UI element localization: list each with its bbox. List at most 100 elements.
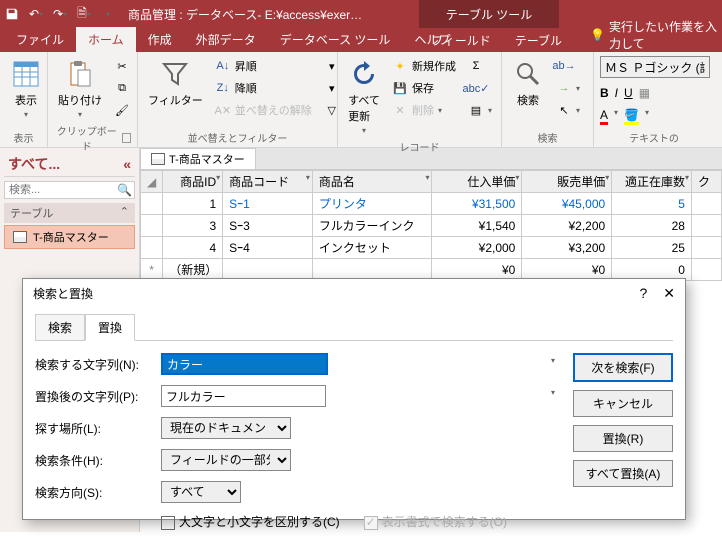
replace-button[interactable]: ab→ bbox=[552, 56, 584, 76]
refresh-button[interactable]: すべて 更新 ▾ bbox=[344, 56, 384, 137]
italic-button[interactable]: I bbox=[615, 86, 618, 100]
undo-icon[interactable]: ↶▾ bbox=[28, 6, 44, 22]
col-header-more[interactable]: ク bbox=[691, 171, 721, 193]
tab-table[interactable]: テーブル bbox=[503, 28, 574, 53]
chevron-down-icon[interactable]: ▾ bbox=[551, 356, 555, 365]
select-button[interactable]: ↖▾ bbox=[552, 100, 584, 120]
qat-customize-icon[interactable]: ▾ bbox=[100, 6, 116, 22]
col-header-id[interactable]: 商品ID▾ bbox=[163, 171, 223, 193]
replace-all-button[interactable]: すべて置換(A) bbox=[573, 460, 673, 487]
datasheet-grid[interactable]: ◢ 商品ID▾ 商品コード▾ 商品名▾ 仕入単価▾ 販売単価▾ 適正在庫数▾ ク… bbox=[140, 170, 722, 281]
underline-button[interactable]: U bbox=[624, 86, 633, 100]
find-button[interactable]: 検索 bbox=[508, 56, 548, 110]
cut-icon: ✂ bbox=[114, 58, 130, 74]
table-icon bbox=[151, 153, 165, 165]
document-tab[interactable]: T-商品マスター bbox=[140, 148, 256, 169]
find-replace-dialog: 検索と置換 ? ✕ 検索 置換 検索する文字列(N): ▾ 置換後の文字列(P)… bbox=[22, 278, 686, 520]
print-preview-icon[interactable]: 🗎▾ bbox=[76, 6, 92, 22]
close-button[interactable]: ✕ bbox=[663, 285, 675, 302]
ribbon-tabs: ファイル ホーム 作成 外部データ データベース ツール ヘルプ フィールド テ… bbox=[0, 28, 722, 52]
table-row[interactable]: 1 Sｰ1 プリンタ ¥31,500 ¥45,000 5 bbox=[141, 193, 722, 215]
save-record-button[interactable]: 💾保存 bbox=[388, 78, 460, 98]
sort-desc-icon: Z↓ bbox=[215, 80, 231, 96]
spelling-button[interactable]: abc✓ bbox=[464, 78, 496, 98]
help-button[interactable]: ? bbox=[639, 285, 647, 302]
lightbulb-icon: 💡 bbox=[590, 28, 605, 42]
filter-button[interactable]: フィルター bbox=[144, 56, 207, 110]
match-case-checkbox[interactable]: 大文字と小文字を区別する(C) bbox=[161, 513, 340, 530]
direction-label: 検索方向(S): bbox=[35, 484, 155, 501]
tab-replace[interactable]: 置換 bbox=[85, 314, 135, 341]
new-record-button[interactable]: ✦新規作成 bbox=[388, 56, 460, 76]
copy-button[interactable]: ⧉ bbox=[110, 78, 134, 98]
nav-search-input[interactable] bbox=[4, 181, 135, 199]
sort-asc-icon: A↓ bbox=[215, 58, 231, 74]
tab-create[interactable]: 作成 bbox=[136, 27, 184, 52]
font-color-button[interactable]: A bbox=[600, 108, 608, 125]
format-painter-button[interactable]: 🖌 bbox=[110, 100, 134, 120]
tab-home[interactable]: ホーム bbox=[76, 27, 136, 52]
more-button[interactable]: ▤▾ bbox=[464, 100, 496, 120]
search-formatted-checkbox: 表示書式で検索する(O) bbox=[364, 513, 507, 530]
tab-file[interactable]: ファイル bbox=[4, 27, 76, 52]
match-select[interactable]: フィールドの一部分 bbox=[161, 449, 291, 471]
bold-button[interactable]: B bbox=[600, 86, 609, 100]
chevron-down-icon: ▾ bbox=[78, 110, 82, 119]
sort-asc-button[interactable]: A↓昇順 bbox=[211, 56, 316, 76]
find-input[interactable] bbox=[161, 353, 328, 375]
find-next-button[interactable]: 次を検索(F) bbox=[573, 353, 673, 382]
save-icon: 💾 bbox=[392, 80, 408, 96]
col-header-cost[interactable]: 仕入単価▾ bbox=[432, 171, 522, 193]
fill-color-button[interactable]: 🪣 bbox=[624, 108, 639, 125]
replace-input[interactable] bbox=[161, 385, 326, 407]
chevron-down-icon: ▾ bbox=[24, 110, 28, 119]
delete-record-button[interactable]: ✕削除 ▾ bbox=[388, 100, 460, 120]
nav-title[interactable]: すべて... bbox=[8, 154, 60, 174]
tab-fields[interactable]: フィールド bbox=[419, 28, 503, 53]
tell-me-text[interactable]: 実行したい作業を入力して bbox=[609, 18, 722, 52]
replace-icon: ab→ bbox=[556, 58, 572, 74]
col-header-price[interactable]: 販売単価▾ bbox=[522, 171, 612, 193]
table-icon bbox=[13, 231, 27, 243]
redo-icon[interactable]: ↷▾ bbox=[52, 6, 68, 22]
remove-sort-icon: A✕ bbox=[215, 102, 231, 118]
tab-external[interactable]: 外部データ bbox=[184, 27, 268, 52]
clipboard-dialog-launcher[interactable] bbox=[122, 133, 131, 143]
tab-find[interactable]: 検索 bbox=[35, 314, 85, 341]
find-label: 検索する文字列(N): bbox=[35, 356, 155, 373]
sigma-icon: Σ bbox=[468, 58, 484, 74]
table-row[interactable]: 3 Sｰ3 フルカラーインク ¥1,540 ¥2,200 28 bbox=[141, 215, 722, 237]
col-header-name[interactable]: 商品名▾ bbox=[312, 171, 432, 193]
select-icon: ↖ bbox=[556, 102, 572, 118]
brush-icon: 🖌 bbox=[114, 102, 130, 118]
spell-icon: abc✓ bbox=[468, 80, 484, 96]
sort-desc-button[interactable]: Z↓降順 bbox=[211, 78, 316, 98]
font-selector[interactable] bbox=[600, 56, 710, 78]
paste-button[interactable]: 貼り付け ▾ bbox=[54, 56, 106, 121]
lookin-label: 探す場所(L): bbox=[35, 420, 155, 437]
nav-collapse-icon[interactable]: « bbox=[123, 156, 131, 172]
lookin-select[interactable]: 現在のドキュメント bbox=[161, 417, 291, 439]
nav-item-product-master[interactable]: T-商品マスター bbox=[4, 225, 135, 249]
border-button[interactable]: ▦ bbox=[639, 86, 650, 100]
col-header-stock[interactable]: 適正在庫数▾ bbox=[612, 171, 692, 193]
save-icon[interactable] bbox=[4, 6, 20, 22]
direction-select[interactable]: すべて bbox=[161, 481, 241, 503]
col-header-code[interactable]: 商品コード▾ bbox=[223, 171, 313, 193]
table-row[interactable]: 4 Sｰ4 インクセット ¥2,000 ¥3,200 25 bbox=[141, 237, 722, 259]
copy-icon: ⧉ bbox=[114, 80, 130, 96]
nav-group-tables[interactable]: テーブル ⌃ bbox=[4, 203, 135, 223]
totals-button[interactable]: Σ bbox=[464, 56, 496, 76]
select-all-cell[interactable]: ◢ bbox=[141, 171, 163, 193]
chevron-down-icon[interactable]: ▾ bbox=[551, 388, 555, 397]
ribbon: 表示 ▾ 表示 貼り付け ▾ ✂ ⧉ 🖌 クリップボード フィルター bbox=[0, 52, 722, 148]
goto-button[interactable]: →▾ bbox=[552, 78, 584, 98]
search-icon[interactable]: 🔍 bbox=[117, 183, 132, 197]
replace-button[interactable]: 置換(R) bbox=[573, 425, 673, 452]
remove-sort-button[interactable]: A✕並べ替えの解除 bbox=[211, 100, 316, 120]
cancel-button[interactable]: キャンセル bbox=[573, 390, 673, 417]
cut-button[interactable]: ✂ bbox=[110, 56, 134, 76]
tab-dbtools[interactable]: データベース ツール bbox=[268, 27, 403, 52]
view-button[interactable]: 表示 ▾ bbox=[6, 56, 46, 121]
match-label: 検索条件(H): bbox=[35, 452, 155, 469]
